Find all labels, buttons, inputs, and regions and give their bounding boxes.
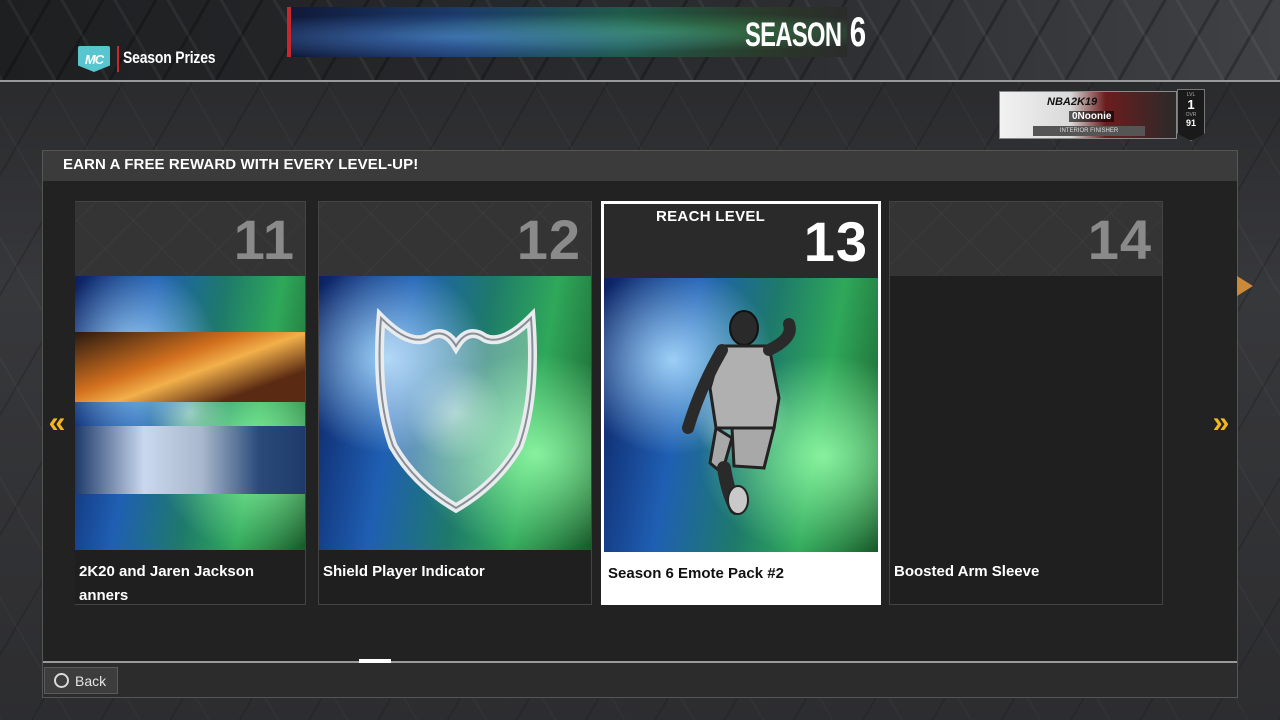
player-archetype: INTERIOR FINISHER bbox=[1033, 126, 1145, 136]
side-tab-icon bbox=[1237, 276, 1253, 296]
reward-name-line-1: 2K20 and Jaren Jackson bbox=[79, 563, 255, 580]
season-number: 6 bbox=[849, 8, 866, 55]
lightning-background bbox=[75, 276, 305, 550]
scroll-indicator bbox=[359, 659, 391, 663]
reward-name: Shield Player Indicator bbox=[323, 563, 485, 580]
player-card: NBA2K19 0Noonie INTERIOR FINISHER LVL 1 … bbox=[999, 89, 1205, 141]
reward-card-13[interactable]: REACH LEVEL 13 Season 6 Emote Pack #2 bbox=[601, 201, 881, 605]
jaren-jackson-banner-image bbox=[75, 426, 305, 494]
shield-icon bbox=[375, 307, 537, 514]
mc-logo: MC bbox=[78, 46, 110, 72]
empty-reward-image bbox=[890, 276, 1162, 550]
reward-image bbox=[319, 276, 591, 550]
panel-header: EARN A FREE REWARD WITH EVERY LEVEL-UP! bbox=[43, 151, 1237, 181]
reward-image bbox=[75, 276, 305, 550]
reward-card-14[interactable]: 14 Boosted Arm Sleeve bbox=[889, 201, 1163, 605]
level-value: 1 bbox=[1187, 97, 1195, 112]
season-title: SEASON 6 bbox=[745, 11, 866, 55]
title-divider bbox=[117, 46, 119, 72]
circle-button-icon bbox=[54, 673, 69, 688]
reward-card-11[interactable]: 11 2K20 and Jaren Jackson anners bbox=[75, 201, 306, 605]
emote-player-icon bbox=[682, 310, 796, 515]
back-button[interactable]: Back bbox=[44, 667, 118, 694]
reward-image bbox=[890, 276, 1162, 550]
reach-level-label: REACH LEVEL bbox=[656, 208, 766, 225]
card-header: 11 bbox=[75, 202, 305, 276]
back-label: Back bbox=[75, 672, 107, 689]
card-header: 12 bbox=[319, 202, 591, 276]
panel-title: EARN A FREE REWARD WITH EVERY LEVEL-UP! bbox=[63, 156, 419, 173]
level-number: 12 bbox=[516, 208, 581, 271]
card-header: 14 bbox=[890, 202, 1162, 276]
panel-divider bbox=[43, 661, 1237, 663]
rewards-carousel[interactable]: 11 2K20 and Jaren Jackson anners 12 Shie… bbox=[75, 198, 1165, 610]
level-number: 13 bbox=[803, 210, 868, 273]
city-banner-image bbox=[75, 332, 305, 402]
reward-name: Boosted Arm Sleeve bbox=[894, 563, 1040, 580]
season-label: SEASON bbox=[745, 16, 842, 54]
reward-card-12[interactable]: 12 Shield Player Indicator bbox=[318, 201, 592, 605]
reward-name: 2K20 and Jaren Jackson anners bbox=[79, 560, 301, 604]
reward-name: Season 6 Emote Pack #2 bbox=[608, 565, 784, 582]
level-number: 11 bbox=[233, 208, 295, 271]
reward-name-line-2: anners bbox=[79, 587, 129, 604]
next-arrow-icon[interactable]: » bbox=[1206, 406, 1236, 440]
game-logo: NBA2K19 bbox=[1047, 96, 1098, 108]
card-header: REACH LEVEL 13 bbox=[604, 204, 878, 278]
reward-image bbox=[604, 278, 878, 552]
top-bar: MC Season Prizes SEASON 6 bbox=[0, 0, 1280, 82]
player-level-badge: LVL 1 OVR 91 bbox=[1177, 89, 1205, 141]
ovr-value: 91 bbox=[1185, 118, 1196, 128]
level-number: 14 bbox=[1087, 208, 1152, 271]
prev-arrow-icon[interactable]: « bbox=[42, 406, 72, 440]
page-title: Season Prizes bbox=[123, 48, 216, 67]
gamertag: 0Noonie bbox=[1069, 111, 1115, 122]
